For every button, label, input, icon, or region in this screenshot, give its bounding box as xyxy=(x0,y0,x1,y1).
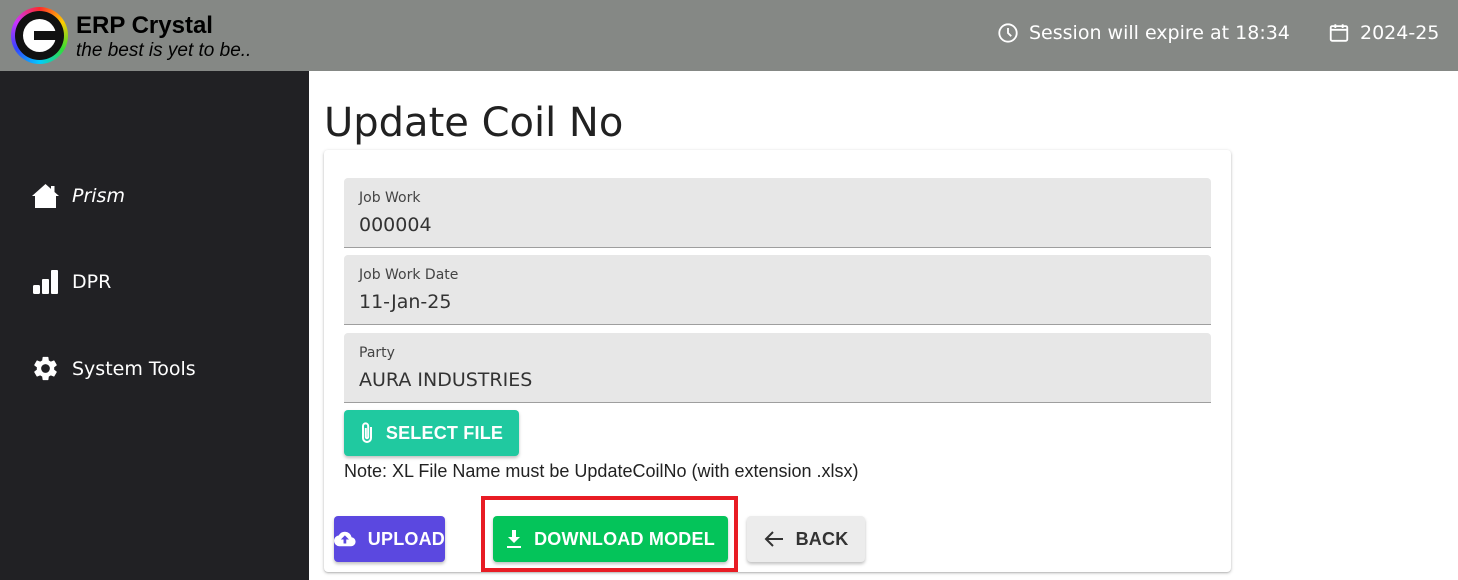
job-work-date-value: 11-Jan-25 xyxy=(359,291,452,313)
party-field[interactable]: Party AURA INDUSTRIES xyxy=(344,333,1211,403)
sidebar-item-dpr[interactable]: DPR xyxy=(31,269,111,295)
page-title: Update Coil No xyxy=(324,100,624,146)
upload-button[interactable]: UPLOAD xyxy=(334,516,445,562)
sidebar: Prism DPR System Tools xyxy=(0,71,309,580)
calendar-icon xyxy=(1329,24,1349,42)
arrow-left-icon xyxy=(764,531,783,547)
update-coil-form: Job Work 000004 Job Work Date 11-Jan-25 … xyxy=(324,150,1231,572)
financial-year[interactable]: 2024-25 xyxy=(1328,22,1439,44)
download-model-button[interactable]: DOWNLOAD MODEL xyxy=(493,516,728,562)
upload-label: UPLOAD xyxy=(367,528,445,549)
sidebar-item-label: DPR xyxy=(72,271,112,293)
brand-title: ERP Crystal xyxy=(76,12,213,39)
session-expiry: Session will expire at 18:34 xyxy=(997,22,1290,44)
top-bar: ERP Crystal the best is yet to be.. Sess… xyxy=(0,0,1458,71)
job-work-field[interactable]: Job Work 000004 xyxy=(344,178,1211,248)
party-value: AURA INDUSTRIES xyxy=(359,369,533,391)
sidebar-item-prism[interactable]: Prism xyxy=(31,183,125,209)
back-button[interactable]: BACK xyxy=(747,516,865,562)
download-icon xyxy=(507,530,522,548)
financial-year-text: 2024-25 xyxy=(1360,22,1440,44)
cloud-upload-icon xyxy=(334,531,356,547)
sidebar-item-label: Prism xyxy=(72,185,125,207)
select-file-button[interactable]: SELECT FILE xyxy=(344,410,519,456)
gear-icon xyxy=(34,356,57,381)
job-work-date-label: Job Work Date xyxy=(359,267,459,283)
clock-icon xyxy=(998,23,1018,43)
select-file-label: SELECT FILE xyxy=(385,422,504,443)
party-label: Party xyxy=(359,345,395,361)
session-expiry-text: Session will expire at 18:34 xyxy=(1029,22,1290,44)
bar-chart-icon xyxy=(33,270,58,294)
home-icon xyxy=(32,184,59,208)
download-model-label: DOWNLOAD MODEL xyxy=(534,528,715,549)
back-label: BACK xyxy=(795,528,849,549)
sidebar-item-label: System Tools xyxy=(72,357,196,380)
job-work-label: Job Work xyxy=(359,190,421,206)
brand-tagline: the best is yet to be.. xyxy=(76,40,252,61)
file-name-note: Note: XL File Name must be UpdateCoilNo … xyxy=(344,461,859,481)
job-work-value: 000004 xyxy=(359,214,432,236)
paperclip-icon xyxy=(361,422,372,443)
erp-crystal-logo xyxy=(11,7,68,64)
sidebar-item-system-tools[interactable]: System Tools xyxy=(31,354,196,383)
job-work-date-field[interactable]: Job Work Date 11-Jan-25 xyxy=(344,255,1211,325)
